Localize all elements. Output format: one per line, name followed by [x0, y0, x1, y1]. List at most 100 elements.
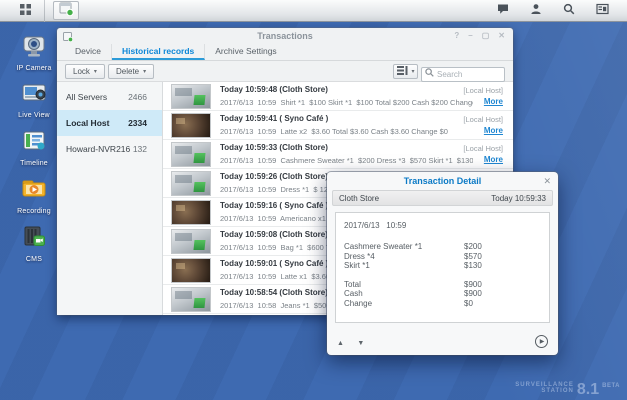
- notifications-button[interactable]: [490, 2, 516, 20]
- surveillance-station-task-button[interactable]: [53, 1, 79, 20]
- server-item-local-host[interactable]: Local Host 2334: [57, 110, 162, 136]
- receipt-change: Change $0: [344, 299, 541, 309]
- receipt-cash: Cash $900: [344, 289, 541, 299]
- tab-historical-records[interactable]: Historical records: [112, 44, 205, 60]
- desktop-icon-live-view[interactable]: Live View: [9, 80, 59, 119]
- transaction-row[interactable]: Today 10:59:41 ( Syno Café ) 2017/6/13 1…: [163, 111, 513, 140]
- transaction-row[interactable]: Today 10:59:48 (Cloth Store) 2017/6/13 1…: [163, 82, 513, 111]
- transaction-thumbnail: [171, 200, 211, 225]
- taskbar: [0, 0, 627, 22]
- list-view-icon: [397, 66, 408, 77]
- desktop-icon-ip-camera[interactable]: IP Camera: [9, 33, 59, 72]
- transaction-time: Today 10:59:33: [491, 194, 546, 203]
- transaction-title: Today 10:59:01 ( Syno Café ): [220, 259, 328, 268]
- desktop-icon-label: Recording: [9, 208, 59, 215]
- desktop-icon-label: Live View: [9, 112, 59, 119]
- receipt-item: Cashmere Sweater *1 $200: [344, 242, 541, 252]
- transaction-detail-window: Transaction Detail ✕ Cloth Store Today 1…: [327, 172, 558, 355]
- server-item-all-servers[interactable]: All Servers 2466: [57, 84, 162, 110]
- play-recording-button[interactable]: ▶: [535, 335, 548, 348]
- help-button[interactable]: ?: [454, 28, 459, 44]
- window-title-bar[interactable]: Transactions ? – ▢ ✕: [57, 28, 513, 44]
- user-icon: [530, 3, 542, 18]
- transaction-thumbnail: [171, 142, 211, 167]
- timeline-icon: [21, 128, 47, 154]
- transaction-row[interactable]: Today 10:59:33 (Cloth Store) 2017/6/13 1…: [163, 140, 513, 169]
- recording-icon: [21, 176, 47, 202]
- delete-button[interactable]: Delete ▾: [108, 64, 154, 79]
- minimize-button[interactable]: –: [468, 28, 472, 44]
- transaction-detail-text: 2017/6/13 10:59 Cashmere Sweater *1 $200…: [220, 156, 473, 165]
- tab-archive-settings[interactable]: Archive Settings: [205, 44, 286, 60]
- transaction-detail-text: 2017/6/13 10:59 Shirt *1 $100 Skirt *1 $…: [220, 98, 473, 107]
- transaction-title: Today 10:58:54 (Cloth Store): [220, 288, 328, 297]
- popup-close-button[interactable]: ✕: [543, 172, 551, 190]
- transaction-thumbnail: [171, 113, 211, 138]
- taskbar-divider: [44, 0, 45, 22]
- main-menu-button[interactable]: [12, 2, 38, 20]
- watermark-beta-tag: Beta: [602, 383, 620, 396]
- tab-device[interactable]: Device: [65, 44, 112, 60]
- transaction-title: Today 10:59:33 (Cloth Store): [220, 143, 328, 152]
- window-controls: ? – ▢ ✕: [454, 28, 505, 44]
- next-transaction-button[interactable]: ▼: [357, 340, 364, 347]
- user-options-button[interactable]: [523, 2, 549, 20]
- widgets-button[interactable]: [589, 2, 615, 20]
- desktop-icon-cms[interactable]: CMS: [9, 224, 59, 263]
- lock-button-label: Lock: [73, 67, 90, 76]
- caret-down-icon: ▾: [412, 68, 415, 75]
- transaction-host: [Local Host]: [463, 86, 503, 95]
- play-icon: ▶: [540, 338, 545, 345]
- desktop-icon-label: IP Camera: [9, 65, 59, 72]
- receipt-item: Dress *4 $570: [344, 252, 541, 262]
- search-icon: [425, 68, 434, 77]
- watermark-version: 8.1: [577, 383, 599, 396]
- popup-title-bar[interactable]: Transaction Detail ✕: [327, 172, 558, 190]
- search-icon: [563, 3, 575, 18]
- caret-down-icon: ▾: [94, 68, 97, 75]
- receipt-date: 2017/6/13 10:59: [344, 221, 541, 230]
- apps-grid-icon: [19, 3, 32, 19]
- more-link[interactable]: More: [484, 155, 503, 164]
- tab-bar: Device Historical records Archive Settin…: [57, 44, 513, 61]
- server-name: Local Host: [66, 118, 109, 128]
- delete-button-label: Delete: [116, 67, 139, 76]
- server-count: 2466: [128, 92, 147, 102]
- popup-title: Transaction Detail: [404, 176, 482, 186]
- previous-transaction-button[interactable]: ▲: [337, 340, 344, 347]
- cms-icon: [21, 224, 47, 250]
- watermark-name-line2: Station: [515, 388, 574, 394]
- ip-camera-icon: [21, 33, 47, 59]
- transaction-thumbnail: [171, 229, 211, 254]
- desktop-icon-recording[interactable]: Recording: [9, 176, 59, 215]
- more-link[interactable]: More: [484, 126, 503, 135]
- transaction-detail-text: 2017/6/13 10:59 Latte x2 $3.60 Total $3.…: [220, 127, 473, 136]
- server-name: Howard-NVR216: [66, 144, 130, 154]
- lock-button[interactable]: Lock ▾: [65, 64, 105, 79]
- server-name: All Servers: [66, 92, 107, 102]
- desktop-icon-timeline[interactable]: Timeline: [9, 128, 59, 167]
- transaction-title: Today 10:59:48 (Cloth Store): [220, 85, 328, 94]
- desktop: IP Camera Live View Timeline Recording C…: [0, 0, 627, 400]
- search-box: [421, 64, 505, 79]
- transaction-title: Today 10:59:41 ( Syno Café ): [220, 114, 328, 123]
- transaction-thumbnail: [171, 171, 211, 196]
- view-mode-button[interactable]: ▾: [393, 64, 418, 79]
- server-list: All Servers 2466 Local Host 2334 Howard-…: [57, 82, 163, 315]
- server-count: 2334: [128, 118, 147, 128]
- search-desktop-button[interactable]: [556, 2, 582, 20]
- popup-store-header: Cloth Store Today 10:59:33: [332, 190, 553, 206]
- receipt-spacer: [344, 271, 541, 280]
- transaction-thumbnail: [171, 287, 211, 312]
- receipt-panel: 2017/6/13 10:59 Cashmere Sweater *1 $200…: [335, 212, 550, 323]
- server-item-howard-nvr216[interactable]: Howard-NVR216 132: [57, 136, 162, 162]
- close-button[interactable]: ✕: [498, 28, 505, 44]
- widgets-icon: [596, 3, 609, 18]
- transaction-thumbnail: [171, 258, 211, 283]
- receipt-item: Skirt *1 $130: [344, 261, 541, 271]
- transaction-host: [Local Host]: [463, 144, 503, 153]
- maximize-button[interactable]: ▢: [482, 28, 490, 44]
- more-link[interactable]: More: [484, 97, 503, 106]
- caret-down-icon: ▾: [143, 68, 146, 75]
- live-view-icon: [21, 80, 47, 106]
